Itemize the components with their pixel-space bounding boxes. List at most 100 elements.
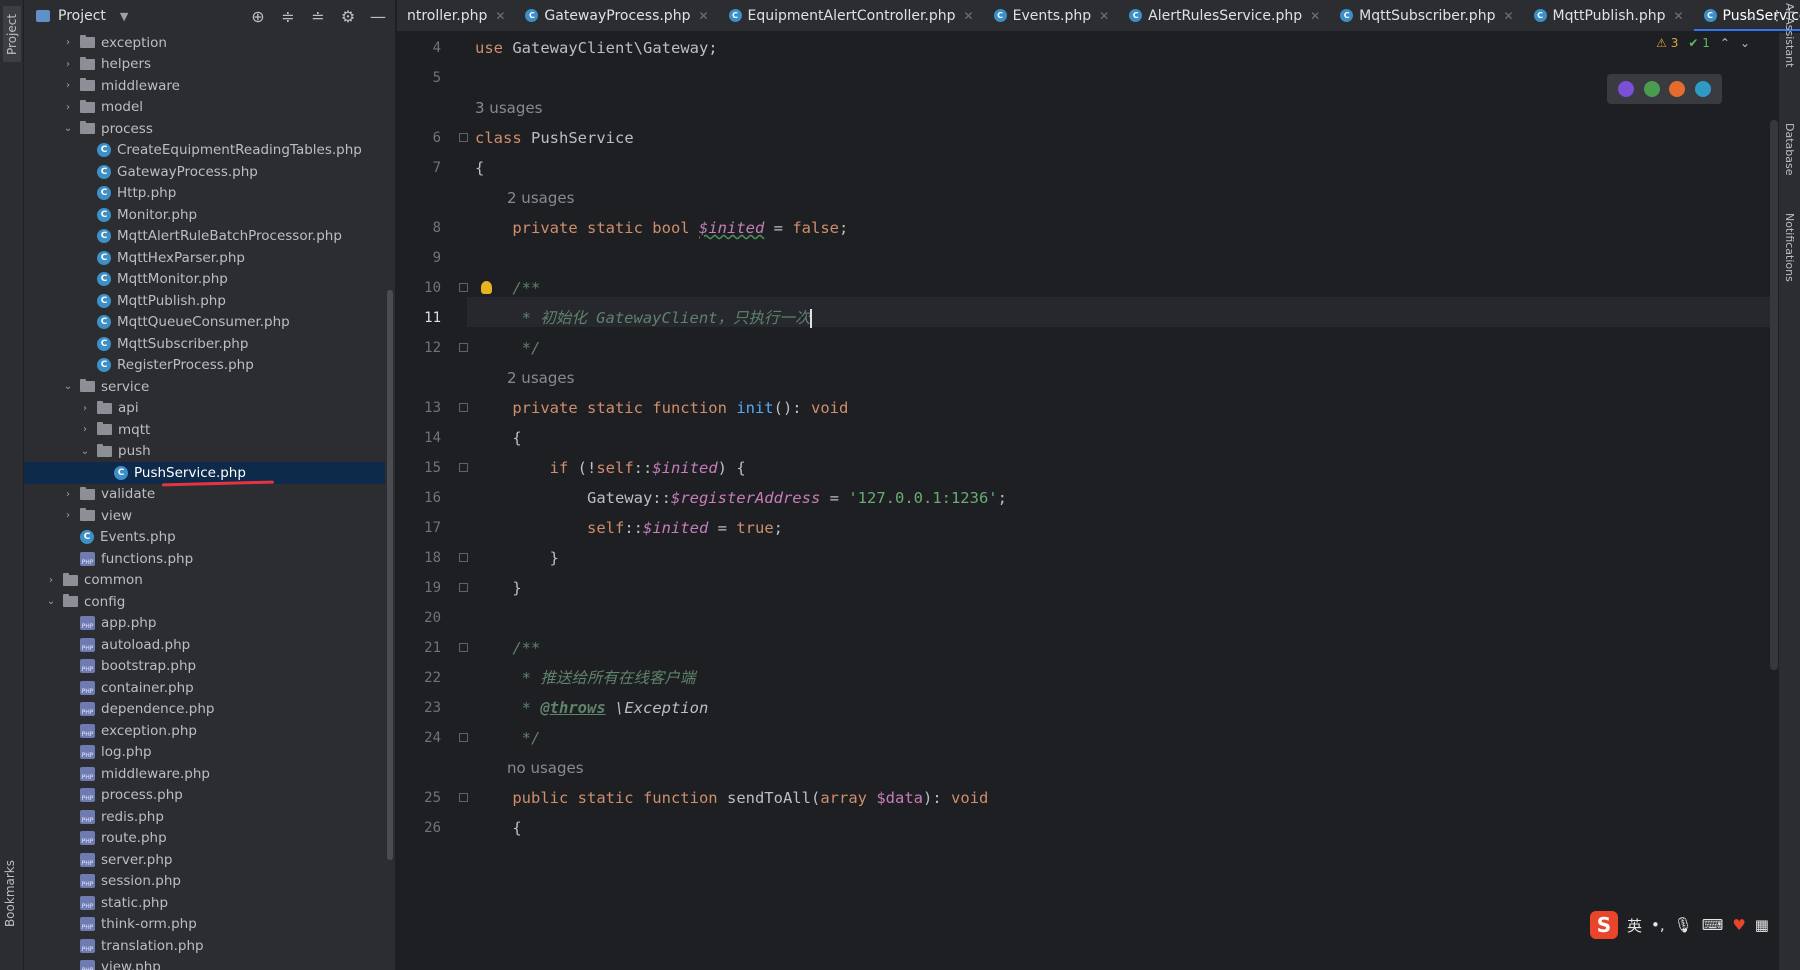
chevron-down-icon[interactable]: ⌄ bbox=[60, 123, 76, 134]
more-options-icon[interactable]: ⋮ bbox=[1770, 8, 1784, 24]
tree-file[interactable]: PHP functions.php bbox=[24, 548, 385, 570]
tree-file[interactable]: PHP log.php bbox=[24, 742, 385, 764]
tree-file[interactable]: C Http.php bbox=[24, 183, 385, 205]
tree-file[interactable]: PHP route.php bbox=[24, 828, 385, 850]
project-title[interactable]: Project bbox=[58, 8, 106, 24]
tree-file[interactable]: C Events.php bbox=[24, 527, 385, 549]
editor-tab[interactable]: C EquipmentAlertController.php ✕ bbox=[719, 0, 984, 31]
tree-file[interactable]: C MqttMonitor.php bbox=[24, 269, 385, 291]
microphone-icon[interactable]: 🎙 bbox=[1674, 916, 1693, 934]
tree-folder[interactable]: › common bbox=[24, 570, 385, 592]
tree-file[interactable]: C MqttSubscriber.php bbox=[24, 333, 385, 355]
chevron-right-icon[interactable]: › bbox=[77, 403, 93, 414]
tree-file[interactable]: PHP view.php bbox=[24, 957, 385, 970]
chevron-right-icon[interactable]: › bbox=[77, 424, 93, 435]
firefox-icon[interactable] bbox=[1669, 81, 1686, 97]
ok-count[interactable]: ✔ 1 bbox=[1688, 36, 1710, 50]
tree-file[interactable]: PHP middleware.php bbox=[24, 763, 385, 785]
close-icon[interactable]: ✕ bbox=[1503, 9, 1513, 23]
tree-folder[interactable]: ⌄ config bbox=[24, 591, 385, 613]
editor-scrollbar[interactable] bbox=[1770, 120, 1778, 670]
code-area[interactable]: use GatewayClient\Gateway; 3 usages class … bbox=[467, 33, 1780, 970]
usages-hint[interactable]: no usages bbox=[475, 753, 584, 783]
usages-hint[interactable]: 3 usages bbox=[475, 93, 542, 123]
keyboard-icon[interactable]: ⌨ bbox=[1702, 916, 1724, 934]
close-icon[interactable]: ✕ bbox=[1099, 9, 1109, 23]
locate-icon[interactable]: ⊕ bbox=[249, 7, 267, 26]
tree-file[interactable]: C RegisterProcess.php bbox=[24, 355, 385, 377]
code-editor[interactable]: 4 5 6 7 8 9 10 11 12 13 14 15 16 17 18 19 20 21 22 23 24 25 26… bbox=[397, 33, 1780, 970]
tab-list-chevron-icon[interactable]: ⌄ bbox=[1744, 8, 1756, 24]
warning-count[interactable]: ⚠ 3 bbox=[1656, 36, 1678, 50]
tree-file[interactable]: PHP container.php bbox=[24, 677, 385, 699]
tree-file[interactable]: C CreateEquipmentReadingTables.php bbox=[24, 140, 385, 162]
tree-file[interactable]: C MqttPublish.php bbox=[24, 290, 385, 312]
chevron-right-icon[interactable]: › bbox=[43, 575, 59, 586]
collapse-all-icon[interactable]: ≐ bbox=[309, 7, 327, 26]
tree-file[interactable]: PHP app.php bbox=[24, 613, 385, 635]
tree-file[interactable]: PHP process.php bbox=[24, 785, 385, 807]
tree-folder[interactable]: › mqtt bbox=[24, 419, 385, 441]
intention-bulb-icon[interactable] bbox=[481, 281, 492, 294]
tree-file[interactable]: C MqttQueueConsumer.php bbox=[24, 312, 385, 334]
editor-tab[interactable]: C AlertRulesService.php ✕ bbox=[1119, 0, 1330, 31]
tree-file[interactable]: C MqttHexParser.php bbox=[24, 247, 385, 269]
edge-icon[interactable] bbox=[1695, 81, 1712, 97]
editor-tab[interactable]: ntroller.php ✕ bbox=[397, 0, 515, 31]
bookmarks-tool-tab[interactable]: Bookmarks bbox=[3, 860, 17, 927]
toolbox-icon[interactable]: ▦ bbox=[1755, 916, 1769, 934]
close-icon[interactable]: ✕ bbox=[495, 9, 505, 23]
tree-file[interactable]: PHP exception.php bbox=[24, 720, 385, 742]
tree-folder[interactable]: › api bbox=[24, 398, 385, 420]
tree-file[interactable]: PHP translation.php bbox=[24, 935, 385, 957]
chevron-down-icon[interactable]: ▼ bbox=[120, 10, 128, 23]
chevron-up-icon[interactable]: ⌃ bbox=[1720, 36, 1730, 50]
tree-file[interactable]: C GatewayProcess.php bbox=[24, 161, 385, 183]
editor-tab[interactable]: C MqttPublish.php ✕ bbox=[1524, 0, 1694, 31]
chevron-down-icon[interactable]: ⌄ bbox=[1740, 36, 1750, 50]
close-icon[interactable]: ✕ bbox=[1310, 9, 1320, 23]
tree-file[interactable]: PHP redis.php bbox=[24, 806, 385, 828]
tree-folder[interactable]: ⌄ push bbox=[24, 441, 385, 463]
chevron-right-icon[interactable]: › bbox=[60, 102, 76, 113]
close-icon[interactable]: ✕ bbox=[698, 9, 708, 23]
tree-folder[interactable]: ⌄ service bbox=[24, 376, 385, 398]
expand-all-icon[interactable]: ≑ bbox=[279, 7, 297, 26]
tree-folder[interactable]: › model bbox=[24, 97, 385, 119]
editor-tab[interactable]: C MqttSubscriber.php ✕ bbox=[1330, 0, 1523, 31]
hide-icon[interactable]: — bbox=[369, 7, 387, 26]
ime-language-toggle[interactable]: 英 bbox=[1627, 915, 1642, 936]
project-scrollbar[interactable] bbox=[387, 290, 393, 860]
tree-file[interactable]: C MqttAlertRuleBatchProcessor.php bbox=[24, 226, 385, 248]
tree-file[interactable]: PHP bootstrap.php bbox=[24, 656, 385, 678]
tree-file[interactable]: PHP autoload.php bbox=[24, 634, 385, 656]
ai-assistant-tab[interactable]: AI Assistant bbox=[1783, 3, 1796, 67]
tree-folder[interactable]: › exception bbox=[24, 32, 385, 54]
tree-folder[interactable]: › middleware bbox=[24, 75, 385, 97]
chevron-down-icon[interactable]: ⌄ bbox=[77, 446, 93, 457]
inspection-widget[interactable]: ⚠ 3 ✔ 1 ⌃ ⌄ bbox=[1656, 36, 1750, 50]
chevron-right-icon[interactable]: › bbox=[60, 80, 76, 91]
chevron-down-icon[interactable]: ⌄ bbox=[60, 381, 76, 392]
tree-folder[interactable]: › view bbox=[24, 505, 385, 527]
phpstorm-browser-icon[interactable] bbox=[1617, 81, 1634, 97]
chrome-icon[interactable] bbox=[1643, 81, 1660, 97]
chevron-right-icon[interactable]: › bbox=[60, 489, 76, 500]
tree-file[interactable]: PHP think-orm.php bbox=[24, 914, 385, 936]
project-tool-tab[interactable]: Project bbox=[3, 6, 21, 62]
editor-tab[interactable]: C Events.php ✕ bbox=[984, 0, 1120, 31]
tree-folder[interactable]: › validate bbox=[24, 484, 385, 506]
ime-punctuation-toggle[interactable]: •, bbox=[1651, 916, 1665, 934]
tree-file[interactable]: C PushService.php bbox=[24, 462, 385, 487]
usages-hint[interactable]: 2 usages bbox=[475, 183, 574, 213]
tree-file[interactable]: PHP session.php bbox=[24, 871, 385, 893]
close-icon[interactable]: ✕ bbox=[1673, 9, 1683, 23]
chevron-right-icon[interactable]: › bbox=[60, 59, 76, 70]
editor-tab[interactable]: C GatewayProcess.php ✕ bbox=[515, 0, 718, 31]
close-icon[interactable]: ✕ bbox=[964, 9, 974, 23]
skin-icon[interactable]: ♥ bbox=[1732, 916, 1745, 934]
chevron-down-icon[interactable]: ⌄ bbox=[43, 596, 59, 607]
tree-folder[interactable]: › helpers bbox=[24, 54, 385, 76]
tree-file[interactable]: PHP dependence.php bbox=[24, 699, 385, 721]
tree-file[interactable]: PHP static.php bbox=[24, 892, 385, 914]
